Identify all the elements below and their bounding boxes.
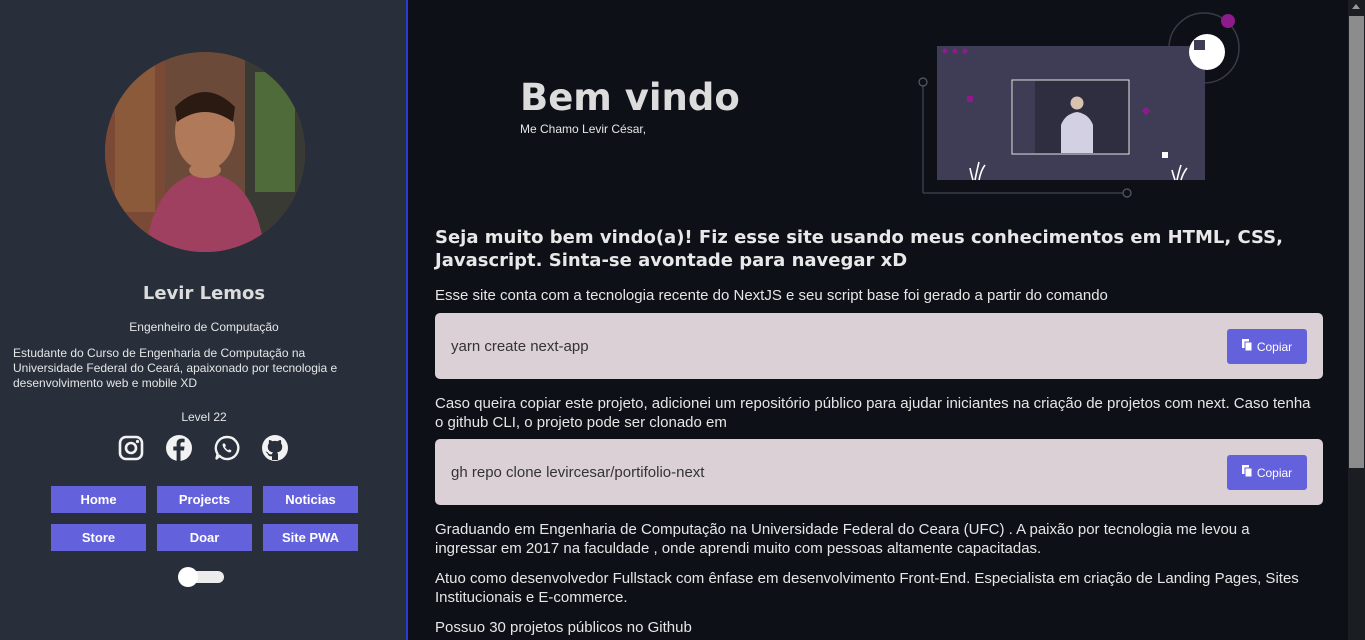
paragraph-fullstack: Atuo como desenvolvedor Fullstack com ên… [435,570,1299,606]
profile-bio: Estudante do Curso de Engenharia de Comp… [13,346,338,390]
hero-title: Bem vindo [520,76,740,119]
code-block-repo-clone: gh repo clone levircesar/portifolio-next… [435,439,1323,505]
code-text: gh repo clone levircesar/portifolio-next [451,464,705,481]
welcome-heading: Seja muito bem vindo(a)! Fiz esse site u… [435,227,1283,271]
noticias-button[interactable]: Noticias [263,486,358,513]
copy-label: Copiar [1256,339,1293,354]
nav-buttons: Home Projects Noticias Store Doar Site P… [51,486,358,551]
github-icon[interactable] [261,434,289,462]
doar-button[interactable]: Doar [157,524,252,551]
store-button[interactable]: Store [51,524,146,551]
sidebar: Levir Lemos Engenheiro de Computação Est… [0,0,408,640]
home-button[interactable]: Home [51,486,146,513]
profile-name: Levir Lemos [142,283,266,304]
copy-button[interactable]: Copiar [1227,329,1307,364]
paragraph-nextjs: Esse site conta com a tecnologia recente… [435,287,1108,304]
hero-illustration [915,10,1245,200]
projects-button[interactable]: Projects [157,486,252,513]
scroll-thumb[interactable] [1349,16,1364,468]
paragraph-graduation: Graduando em Engenharia de Computação na… [435,521,1250,557]
profile-role: Engenheiro de Computação [129,320,279,334]
site-pwa-button[interactable]: Site PWA [263,524,358,551]
social-links [117,434,289,462]
scrollbar[interactable] [1348,0,1365,640]
copy-button[interactable]: Copiar [1227,455,1307,490]
scroll-up-arrow[interactable] [1352,4,1360,9]
instagram-icon[interactable] [117,434,145,462]
avatar [105,52,305,252]
paragraph-github-projects: Possuo 30 projetos públicos no Github [435,619,692,636]
profile-level: Level 22 [181,410,227,424]
copy-icon [1241,465,1253,480]
whatsapp-icon[interactable] [213,434,241,462]
code-text: yarn create next-app [451,338,589,355]
paragraph-repo: Caso queira copiar este projeto, adicion… [435,395,1311,431]
hero-subtitle: Me Chamo Levir César, [520,122,647,136]
facebook-icon[interactable] [165,434,193,462]
theme-toggle-knob[interactable] [178,567,198,587]
copy-label: Copiar [1256,465,1293,480]
copy-icon [1241,339,1253,354]
code-block-next-app: yarn create next-app Copiar [435,313,1323,379]
